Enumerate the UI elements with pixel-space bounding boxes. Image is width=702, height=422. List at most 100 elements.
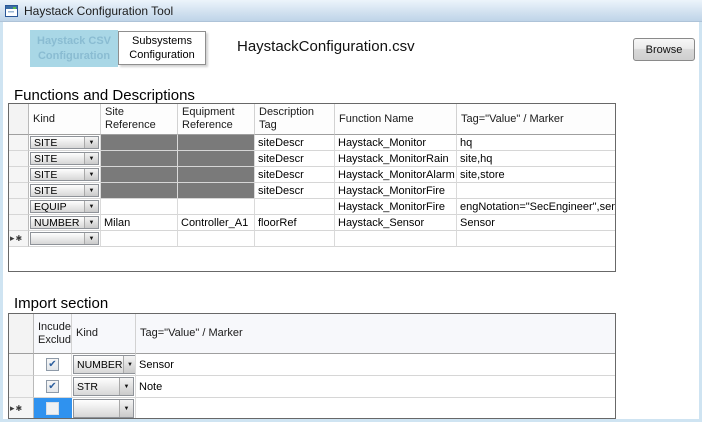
cell-include-exclude[interactable] xyxy=(34,398,72,419)
imp-corner-header[interactable] xyxy=(9,314,34,354)
row-header[interactable] xyxy=(9,183,29,199)
row-header[interactable] xyxy=(9,135,29,151)
cell-site-reference[interactable]: Milan xyxy=(101,215,178,231)
kind-dropdown[interactable]: ▼ xyxy=(73,399,134,418)
kind-dropdown[interactable]: STR▼ xyxy=(73,377,134,396)
chevron-down-icon[interactable]: ▼ xyxy=(84,153,98,164)
row-header[interactable] xyxy=(9,376,34,398)
kind-dropdown[interactable]: SITE▼ xyxy=(30,184,99,197)
imp-column-header-2[interactable]: Tag="Value" / Marker xyxy=(136,314,615,354)
cell-include-exclude[interactable]: ✔ xyxy=(34,376,72,398)
kind-dropdown[interactable]: SITE▼ xyxy=(30,152,99,165)
kind-dropdown[interactable]: SITE▼ xyxy=(30,136,99,149)
cell-equipment-reference[interactable]: Controller_A1 xyxy=(178,215,255,231)
fn-column-header-0[interactable]: Kind xyxy=(29,104,101,135)
row-header[interactable] xyxy=(9,354,34,376)
cell-kind[interactable]: EQUIP▼ xyxy=(29,199,101,215)
cell-function-name[interactable]: Haystack_MonitorFire xyxy=(335,199,457,215)
cell-tag-marker[interactable] xyxy=(457,183,615,199)
imp-column-header-1[interactable]: Kind xyxy=(72,314,136,354)
fn-column-header-5[interactable]: Tag="Value" / Marker xyxy=(457,104,615,135)
cell-equipment-reference[interactable] xyxy=(178,151,255,167)
cell-kind[interactable]: SITE▼ xyxy=(29,151,101,167)
chevron-down-icon[interactable]: ▼ xyxy=(119,378,133,395)
chevron-down-icon[interactable]: ▼ xyxy=(84,217,98,228)
cell-equipment-reference[interactable] xyxy=(178,135,255,151)
cell-description-tag[interactable]: siteDescr xyxy=(255,151,335,167)
cell-kind[interactable]: SITE▼ xyxy=(29,167,101,183)
chevron-down-icon[interactable]: ▼ xyxy=(84,185,98,196)
browse-button[interactable]: Browse xyxy=(633,38,695,61)
cell-kind[interactable]: SITE▼ xyxy=(29,135,101,151)
cell-tag-marker[interactable]: Note xyxy=(136,376,615,398)
cell-equipment-reference[interactable] xyxy=(178,199,255,215)
row-header[interactable] xyxy=(9,167,29,183)
cell-site-reference[interactable] xyxy=(101,167,178,183)
kind-dropdown[interactable]: SITE▼ xyxy=(30,168,99,181)
cell-tag-marker[interactable]: site,store xyxy=(457,167,615,183)
cell-description-tag[interactable]: siteDescr xyxy=(255,183,335,199)
cell-site-reference[interactable] xyxy=(101,231,178,247)
cell-equipment-reference[interactable] xyxy=(178,231,255,247)
checkbox-unchecked[interactable] xyxy=(46,402,59,415)
cell-description-tag[interactable]: floorRef xyxy=(255,215,335,231)
cell-kind[interactable]: ▼ xyxy=(29,231,101,247)
cell-function-name[interactable]: Haystack_MonitorAlarm xyxy=(335,167,457,183)
cell-kind[interactable]: NUMBER▼ xyxy=(72,354,136,376)
row-header[interactable]: ▸✱ xyxy=(9,398,34,419)
cell-description-tag[interactable] xyxy=(255,199,335,215)
kind-dropdown[interactable]: NUMBER▼ xyxy=(30,216,99,229)
checkbox-checked[interactable]: ✔ xyxy=(46,358,59,371)
cell-kind[interactable]: STR▼ xyxy=(72,376,136,398)
cell-tag-marker[interactable]: engNotation="SecEngineer",sensor xyxy=(457,199,615,215)
cell-equipment-reference[interactable] xyxy=(178,167,255,183)
fn-corner-header[interactable] xyxy=(9,104,29,135)
row-header[interactable] xyxy=(9,151,29,167)
cell-site-reference[interactable] xyxy=(101,183,178,199)
kind-dropdown[interactable]: EQUIP▼ xyxy=(30,200,99,213)
cell-function-name[interactable] xyxy=(335,231,457,247)
cell-include-exclude[interactable]: ✔ xyxy=(34,354,72,376)
imp-column-header-0[interactable]: Incude / Exclude xyxy=(34,314,72,354)
tab-subsystems-configuration[interactable]: Subsystems Configuration xyxy=(118,31,206,65)
functions-grid: KindSite ReferenceEquipment ReferenceDes… xyxy=(8,103,616,272)
kind-dropdown[interactable]: ▼ xyxy=(30,232,99,245)
fn-column-header-1[interactable]: Site Reference xyxy=(101,104,178,135)
cell-tag-marker[interactable]: Sensor xyxy=(136,354,615,376)
row-header[interactable] xyxy=(9,199,29,215)
cell-description-tag[interactable]: siteDescr xyxy=(255,135,335,151)
fn-column-header-2[interactable]: Equipment Reference xyxy=(178,104,255,135)
cell-function-name[interactable]: Haystack_Sensor xyxy=(335,215,457,231)
cell-tag-marker[interactable]: site,hq xyxy=(457,151,615,167)
tab-haystack-csv-configuration[interactable]: Haystack CSV Configuration xyxy=(30,30,118,67)
kind-dropdown[interactable]: NUMBER▼ xyxy=(73,355,136,374)
chevron-down-icon[interactable]: ▼ xyxy=(123,356,136,373)
cell-description-tag[interactable]: siteDescr xyxy=(255,167,335,183)
cell-kind[interactable]: NUMBER▼ xyxy=(29,215,101,231)
chevron-down-icon[interactable]: ▼ xyxy=(84,137,98,148)
chevron-down-icon[interactable]: ▼ xyxy=(84,169,98,180)
cell-equipment-reference[interactable] xyxy=(178,183,255,199)
cell-tag-marker[interactable]: Sensor xyxy=(457,215,615,231)
fn-column-header-3[interactable]: Description Tag xyxy=(255,104,335,135)
cell-function-name[interactable]: Haystack_Monitor xyxy=(335,135,457,151)
cell-function-name[interactable]: Haystack_MonitorFire xyxy=(335,183,457,199)
cell-tag-marker[interactable] xyxy=(136,398,615,419)
cell-tag-marker[interactable]: hq xyxy=(457,135,615,151)
chevron-down-icon[interactable]: ▼ xyxy=(84,201,98,212)
chevron-down-icon[interactable]: ▼ xyxy=(119,400,133,417)
row-header[interactable]: ▸✱ xyxy=(9,231,29,247)
row-header[interactable] xyxy=(9,215,29,231)
cell-description-tag[interactable] xyxy=(255,231,335,247)
cell-site-reference[interactable] xyxy=(101,199,178,215)
cell-site-reference[interactable] xyxy=(101,151,178,167)
chevron-down-icon[interactable]: ▼ xyxy=(84,233,98,244)
cell-tag-marker[interactable] xyxy=(457,231,615,247)
cell-site-reference[interactable] xyxy=(101,135,178,151)
cell-function-name[interactable]: Haystack_MonitorRain xyxy=(335,151,457,167)
fn-column-header-4[interactable]: Function Name xyxy=(335,104,457,135)
cell-kind[interactable]: SITE▼ xyxy=(29,183,101,199)
title-bar[interactable]: Haystack Configuration Tool xyxy=(0,0,702,22)
cell-kind[interactable]: ▼ xyxy=(72,398,136,419)
checkbox-checked[interactable]: ✔ xyxy=(46,380,59,393)
